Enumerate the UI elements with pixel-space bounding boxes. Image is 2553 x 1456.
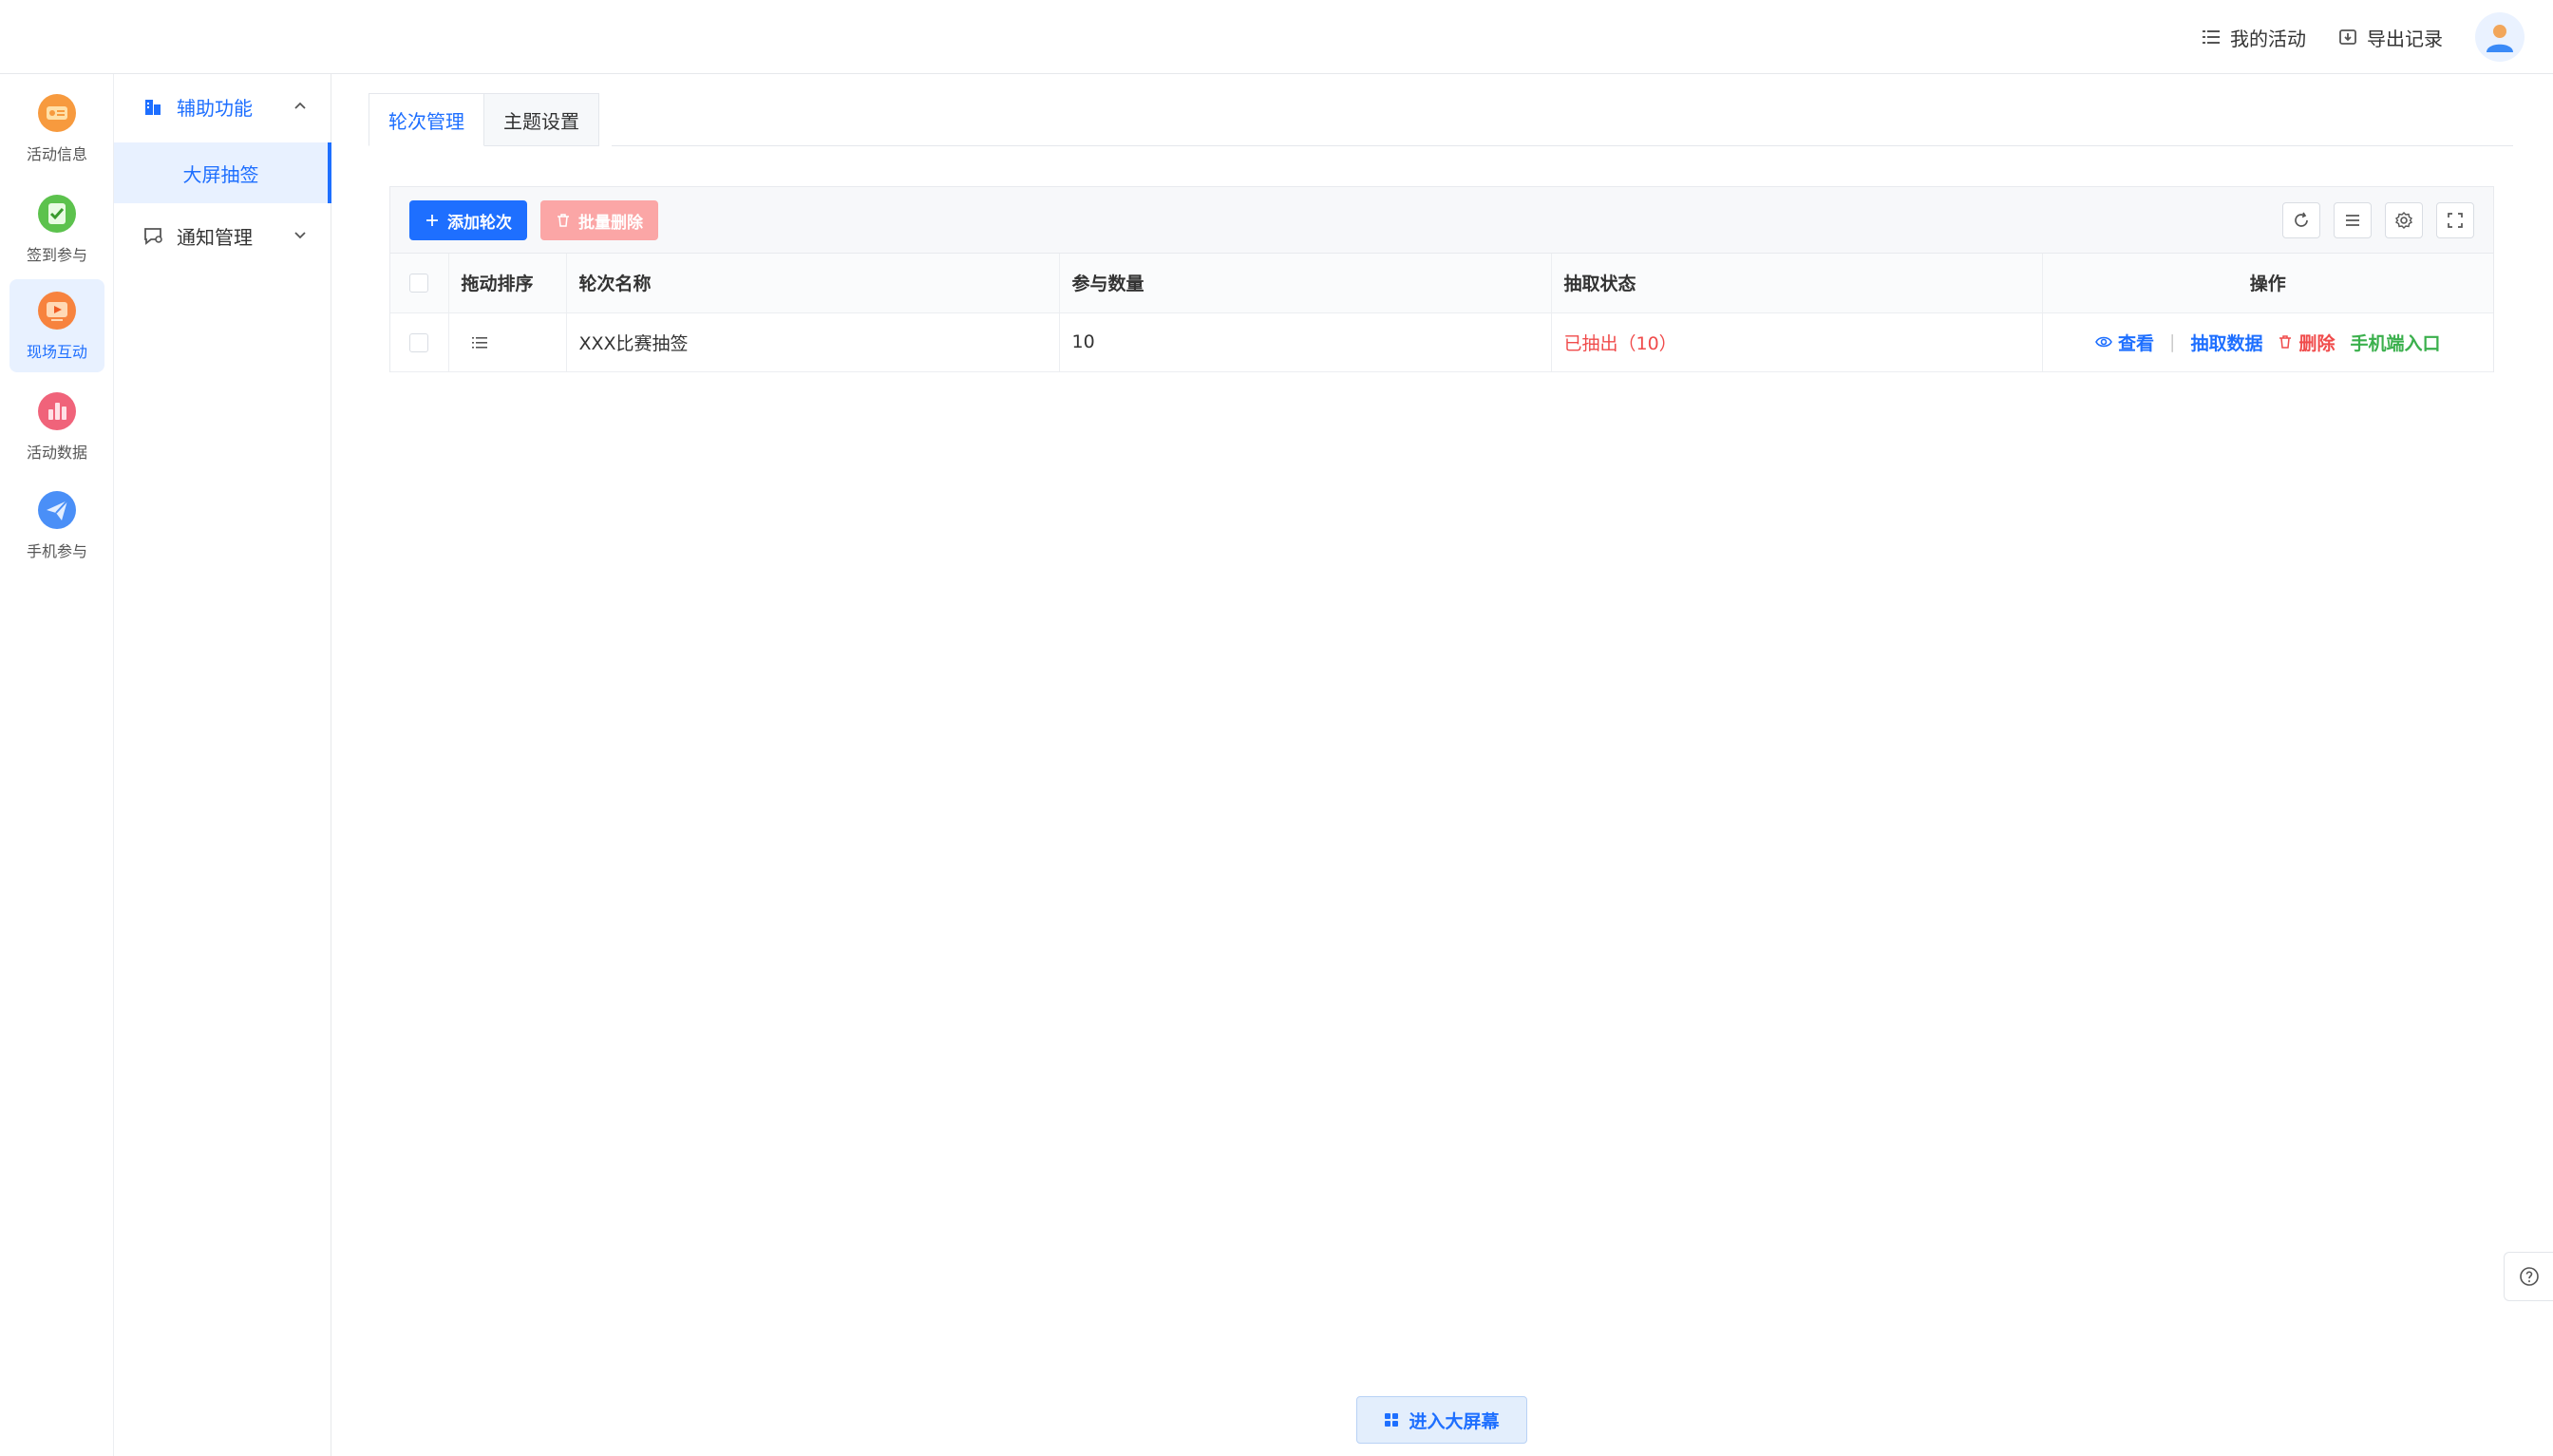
delete-button[interactable]: 删除 bbox=[2278, 330, 2335, 355]
enter-big-screen-label: 进入大屏幕 bbox=[1409, 1410, 1500, 1432]
tab-round-management[interactable]: 轮次管理 bbox=[369, 93, 484, 146]
row-select-cell bbox=[390, 312, 449, 372]
help-button[interactable] bbox=[2504, 1252, 2553, 1301]
submenu-group-auxiliary[interactable]: 辅助功能 bbox=[114, 74, 331, 139]
round-name-cell: XXX比赛抽签 bbox=[566, 312, 1060, 372]
delete-label: 删除 bbox=[2298, 332, 2336, 354]
live-interaction-icon bbox=[38, 292, 76, 330]
table-header-row: 拖动排序 轮次名称 参与数量 抽取状态 操作 bbox=[390, 254, 2493, 313]
chevron-down-icon bbox=[294, 232, 306, 239]
rounds-panel: 添加轮次 批量删除 拖动排序 轮次名称 参与数量 抽取状态 操作 XXX比赛抽签… bbox=[389, 186, 2494, 372]
refresh-button[interactable] bbox=[2282, 202, 2320, 238]
user-avatar-icon bbox=[2487, 25, 2513, 52]
batch-delete-label: 批量删除 bbox=[578, 213, 643, 233]
rail-item-checkin[interactable]: 签到参与 bbox=[9, 182, 104, 275]
activity-info-icon bbox=[38, 94, 76, 132]
col-participant-count: 参与数量 bbox=[1059, 254, 1552, 313]
view-button[interactable]: 查看 bbox=[2095, 330, 2154, 355]
batch-delete-button[interactable]: 批量删除 bbox=[540, 200, 658, 240]
participant-count-cell: 10 bbox=[1059, 312, 1552, 372]
rail-item-live-interaction[interactable]: 现场互动 bbox=[9, 279, 104, 372]
notification-icon bbox=[144, 228, 162, 245]
fullscreen-button[interactable] bbox=[2436, 202, 2474, 238]
col-draw-status: 抽取状态 bbox=[1551, 254, 2043, 313]
op-separator: | bbox=[2169, 331, 2176, 352]
submenu-group-notification[interactable]: 通知管理 bbox=[114, 203, 331, 268]
operations-cell: 查看 | 抽取数据 删除 手机端入口 bbox=[2042, 312, 2493, 372]
row-checkbox[interactable] bbox=[409, 332, 429, 352]
view-label: 查看 bbox=[2118, 332, 2155, 354]
rail-label: 活动信息 bbox=[26, 145, 87, 163]
column-settings-button[interactable] bbox=[2385, 202, 2423, 238]
table-row: XXX比赛抽签 10 已抽出（10） 查看 | 抽取数据 删除 手机端入口 bbox=[390, 312, 2493, 372]
tab-theme-settings[interactable]: 主题设置 bbox=[484, 93, 599, 146]
col-operations: 操作 bbox=[2042, 254, 2493, 313]
tab-bar: 轮次管理 主题设置 bbox=[369, 93, 599, 146]
grid-icon bbox=[1385, 1413, 1399, 1427]
drag-handle-icon[interactable] bbox=[471, 334, 488, 351]
activity-data-icon bbox=[38, 392, 76, 430]
rail-item-activity-info[interactable]: 活动信息 bbox=[9, 82, 104, 175]
submenu-item-label: 大屏抽签 bbox=[182, 162, 259, 186]
select-all-checkbox[interactable] bbox=[409, 274, 429, 293]
tab-divider bbox=[612, 145, 2513, 146]
submenu-group-label: 辅助功能 bbox=[177, 96, 253, 120]
help-icon bbox=[2519, 1267, 2539, 1286]
mobile-entry-button[interactable]: 手机端入口 bbox=[2350, 330, 2440, 355]
col-round-name: 轮次名称 bbox=[566, 254, 1060, 313]
my-activity-label: 我的活动 bbox=[2230, 27, 2306, 50]
building-icon bbox=[145, 100, 161, 115]
mobile-participation-icon bbox=[38, 491, 76, 529]
rounds-table: 拖动排序 轮次名称 参与数量 抽取状态 操作 XXX比赛抽签 10 已抽出（10… bbox=[390, 254, 2493, 372]
rail-label: 手机参与 bbox=[26, 542, 87, 560]
plus-icon bbox=[426, 215, 438, 226]
top-header: 我的活动 导出记录 bbox=[0, 0, 2553, 74]
col-drag-sort: 拖动排序 bbox=[448, 254, 567, 313]
list-icon bbox=[2203, 30, 2220, 44]
submenu-group-label: 通知管理 bbox=[177, 225, 253, 249]
drag-handle-cell bbox=[448, 312, 567, 372]
trash-icon bbox=[2279, 335, 2292, 349]
trash-icon bbox=[558, 214, 569, 227]
rail-label: 现场互动 bbox=[26, 343, 87, 361]
add-round-label: 添加轮次 bbox=[447, 213, 512, 233]
my-activity-link[interactable]: 我的活动 bbox=[2202, 24, 2306, 51]
draw-status-cell: 已抽出（10） bbox=[1551, 312, 2043, 372]
density-button[interactable] bbox=[2334, 202, 2372, 238]
row-operations: 查看 | 抽取数据 删除 手机端入口 bbox=[2055, 330, 2482, 355]
refresh-icon bbox=[2295, 212, 2308, 227]
chevron-up-icon bbox=[294, 102, 306, 109]
fullscreen-icon bbox=[2448, 213, 2463, 228]
enter-big-screen-button[interactable]: 进入大屏幕 bbox=[1356, 1396, 1527, 1444]
header-actions: 我的活动 导出记录 bbox=[2202, 0, 2525, 74]
left-rail: 活动信息 签到参与 现场互动 活动数据 手机参与 bbox=[0, 74, 114, 1456]
export-records-link[interactable]: 导出记录 bbox=[2338, 24, 2443, 51]
export-icon bbox=[2339, 29, 2356, 45]
eye-icon bbox=[2095, 336, 2112, 348]
density-icon bbox=[2346, 215, 2359, 226]
table-toolbar: 添加轮次 批量删除 bbox=[390, 187, 2493, 254]
rail-label: 签到参与 bbox=[26, 246, 87, 264]
submenu-item-big-screen-draw[interactable]: 大屏抽签 bbox=[114, 142, 331, 203]
avatar[interactable] bbox=[2475, 12, 2525, 62]
gear-icon bbox=[2394, 212, 2413, 229]
add-round-button[interactable]: 添加轮次 bbox=[409, 200, 527, 240]
rail-label: 活动数据 bbox=[26, 444, 87, 462]
select-all-cell bbox=[390, 254, 449, 313]
draw-data-button[interactable]: 抽取数据 bbox=[2190, 330, 2262, 355]
checkin-icon bbox=[38, 195, 76, 233]
sub-menu: 辅助功能 大屏抽签 通知管理 bbox=[114, 74, 331, 1456]
rail-item-activity-data[interactable]: 活动数据 bbox=[9, 380, 104, 473]
rail-item-mobile-participation[interactable]: 手机参与 bbox=[9, 479, 104, 572]
export-records-label: 导出记录 bbox=[2367, 27, 2443, 50]
